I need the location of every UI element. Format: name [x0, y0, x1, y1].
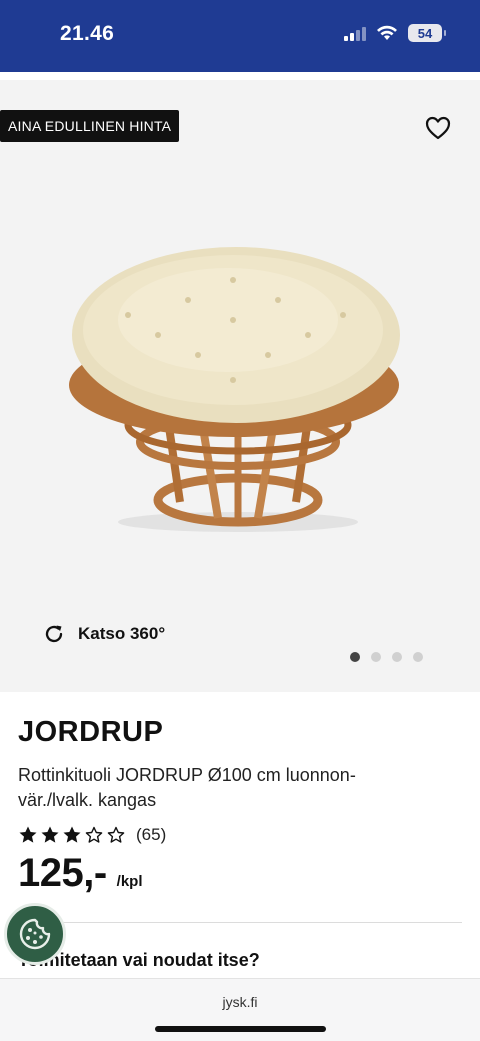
cookie-icon — [19, 918, 51, 950]
carousel-dot[interactable] — [350, 652, 360, 662]
home-indicator[interactable] — [155, 1026, 326, 1032]
status-icons: 54 — [344, 24, 446, 42]
carousel-dot[interactable] — [392, 652, 402, 662]
wifi-icon — [377, 25, 397, 40]
star-filled-icon — [19, 826, 37, 843]
url-text[interactable]: jysk.fi — [0, 994, 480, 1010]
star-filled-icon — [41, 826, 59, 843]
price-unit: /kpl — [116, 873, 143, 890]
review-count[interactable]: (65) — [136, 825, 166, 845]
product-description: Rottinkituoli JORDRUP Ø100 cm luonnon-vä… — [18, 765, 356, 810]
rotate-icon — [45, 625, 63, 643]
cellular-signal-icon — [344, 25, 366, 41]
cookie-settings-button[interactable] — [4, 903, 66, 965]
product-name: JORDRUP — [18, 716, 164, 748]
view-360-button[interactable]: Katso 360° — [42, 622, 165, 646]
battery-icon: 54 — [408, 24, 446, 42]
carousel-dots[interactable] — [350, 652, 423, 662]
rating[interactable]: (65) — [18, 825, 462, 845]
papasan-chair-image — [69, 247, 400, 532]
status-time: 21.46 — [60, 22, 115, 45]
heart-icon[interactable] — [424, 115, 452, 141]
price-badge: AINA EDULLINEN HINTA — [0, 110, 180, 142]
star-empty-icon — [85, 826, 103, 843]
product-info: JORDRUP Rottinkituoli JORDRUP Ø100 cm lu… — [18, 716, 462, 896]
price-row: 125,- /kpl — [18, 851, 462, 896]
carousel-dot[interactable] — [413, 652, 423, 662]
product-price: 125,- — [18, 851, 107, 895]
star-filled-icon — [63, 826, 81, 843]
browser-address-bar[interactable]: jysk.fi — [0, 978, 480, 1041]
status-bar: 21.46 54 — [0, 0, 480, 72]
product-image-gallery[interactable]: AINA EDULLINEN HINTA Katso 360° — [0, 80, 480, 692]
star-empty-icon — [107, 826, 125, 843]
view-360-label: Katso 360° — [78, 624, 166, 643]
divider — [18, 922, 462, 923]
carousel-dot[interactable] — [371, 652, 381, 662]
